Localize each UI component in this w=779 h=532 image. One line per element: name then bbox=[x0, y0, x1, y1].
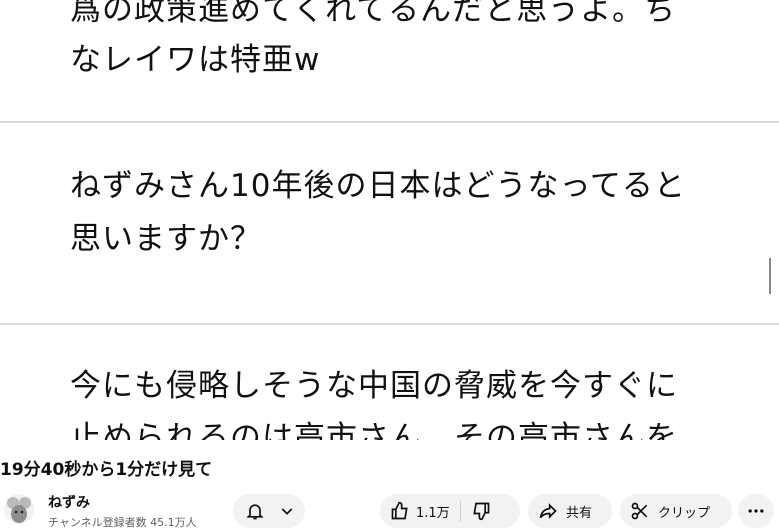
dislike-button[interactable] bbox=[471, 501, 491, 521]
video-text-line: ねずみさん10年後の日本はどうなってると bbox=[70, 168, 686, 204]
like-dislike-group: 1.1万 bbox=[380, 494, 520, 528]
chevron-down-icon bbox=[279, 503, 295, 519]
video-edge-mark bbox=[769, 258, 779, 294]
thumbs-up-icon bbox=[390, 501, 410, 521]
like-count: 1.1万 bbox=[416, 505, 450, 521]
video-text-line: 爲の政策進めてくれてるんだと思うよ。ち bbox=[70, 0, 677, 28]
video-text-line: 止められるのは高市さん、その高市さんを bbox=[70, 420, 678, 440]
video-title: 19分40秒から1分だけ見て bbox=[0, 460, 213, 480]
like-divider bbox=[459, 500, 461, 522]
video-text-line: なレイワは特亜w bbox=[70, 42, 321, 78]
subscriber-count: チャンネル登録者数 45.1万人 bbox=[48, 516, 197, 529]
clip-label: クリップ bbox=[658, 505, 711, 521]
video-player[interactable]: 爲の政策進めてくれてるんだと思うよ。ち なレイワは特亜w ねずみさん10年後の日… bbox=[0, 0, 779, 440]
more-horizontal-icon bbox=[746, 501, 766, 521]
channel-avatar[interactable] bbox=[4, 494, 34, 524]
like-button[interactable]: 1.1万 bbox=[390, 501, 450, 521]
mouse-avatar-icon bbox=[7, 497, 31, 523]
divider bbox=[0, 323, 779, 325]
share-arrow-icon bbox=[538, 501, 558, 521]
thumbs-down-icon bbox=[473, 502, 490, 521]
clip-button[interactable]: クリップ bbox=[620, 494, 732, 528]
divider bbox=[0, 121, 779, 123]
scissors-icon bbox=[630, 501, 650, 521]
bell-icon bbox=[245, 501, 265, 521]
channel-name[interactable]: ねずみ bbox=[48, 492, 90, 512]
notification-button[interactable] bbox=[233, 494, 305, 528]
more-actions-button[interactable] bbox=[738, 494, 774, 528]
share-button[interactable]: 共有 bbox=[528, 494, 612, 528]
video-text-line: 今にも侵略しそうな中国の脅威を今すぐに bbox=[70, 368, 678, 404]
video-text-line: 思いますか？ bbox=[70, 221, 262, 257]
share-label: 共有 bbox=[566, 505, 593, 521]
